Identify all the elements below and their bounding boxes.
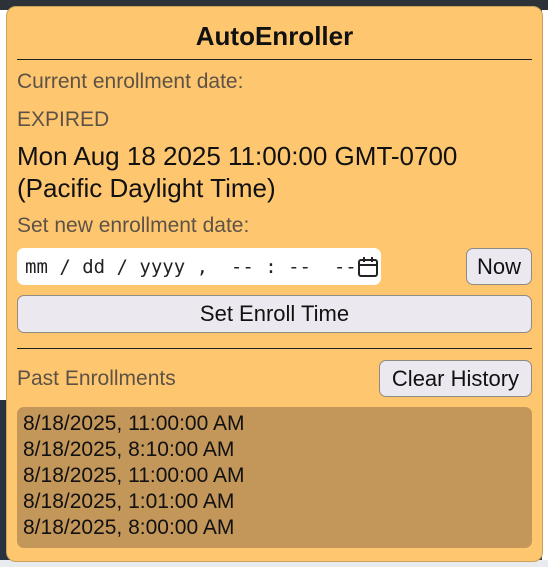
current-enrollment-date: Mon Aug 18 2025 11:00:00 GMT-0700 (Pacif… (17, 140, 532, 204)
list-item: 8/18/2025, 8:00:00 AM (23, 516, 235, 539)
set-date-label: Set new enrollment date: (17, 214, 250, 237)
date-input-row: mm / dd / yyyy , -- : -- -- Now (17, 248, 532, 285)
datetime-input[interactable]: mm / dd / yyyy , -- : -- -- (17, 248, 381, 285)
list-item: 8/18/2025, 1:01:00 AM (23, 490, 235, 513)
list-item: 8/18/2025, 11:00:00 AM (23, 412, 245, 435)
enrollment-history-list: 8/18/2025, 11:00:00 AM 8/18/2025, 8:10:0… (17, 407, 532, 548)
list-item: 8/18/2025, 11:00:00 AM (23, 464, 245, 487)
list-item: 8/18/2025, 8:10:00 AM (23, 438, 235, 461)
now-button[interactable]: Now (466, 248, 532, 285)
autoenroller-popup: AutoEnroller Current enrollment date: EX… (6, 6, 543, 562)
past-enrollments-header: Past Enrollments Clear History (17, 360, 532, 397)
past-enrollments-label: Past Enrollments (17, 366, 176, 390)
current-date-label: Current enrollment date: (17, 70, 244, 93)
current-date-line1: Mon Aug 18 2025 11:00:00 GMT-0700 (17, 141, 458, 171)
datetime-input-value[interactable]: mm / dd / yyyy , -- : -- -- (25, 256, 357, 278)
set-enroll-time-button[interactable]: Set Enroll Time (17, 295, 532, 333)
popup-title: AutoEnroller (195, 21, 354, 51)
enrollment-status: EXPIRED (17, 108, 110, 131)
clear-history-button[interactable]: Clear History (379, 360, 532, 397)
divider (17, 348, 532, 349)
divider (17, 59, 532, 60)
calendar-icon[interactable] (357, 256, 379, 278)
current-date-line2: (Pacific Daylight Time) (17, 173, 276, 203)
